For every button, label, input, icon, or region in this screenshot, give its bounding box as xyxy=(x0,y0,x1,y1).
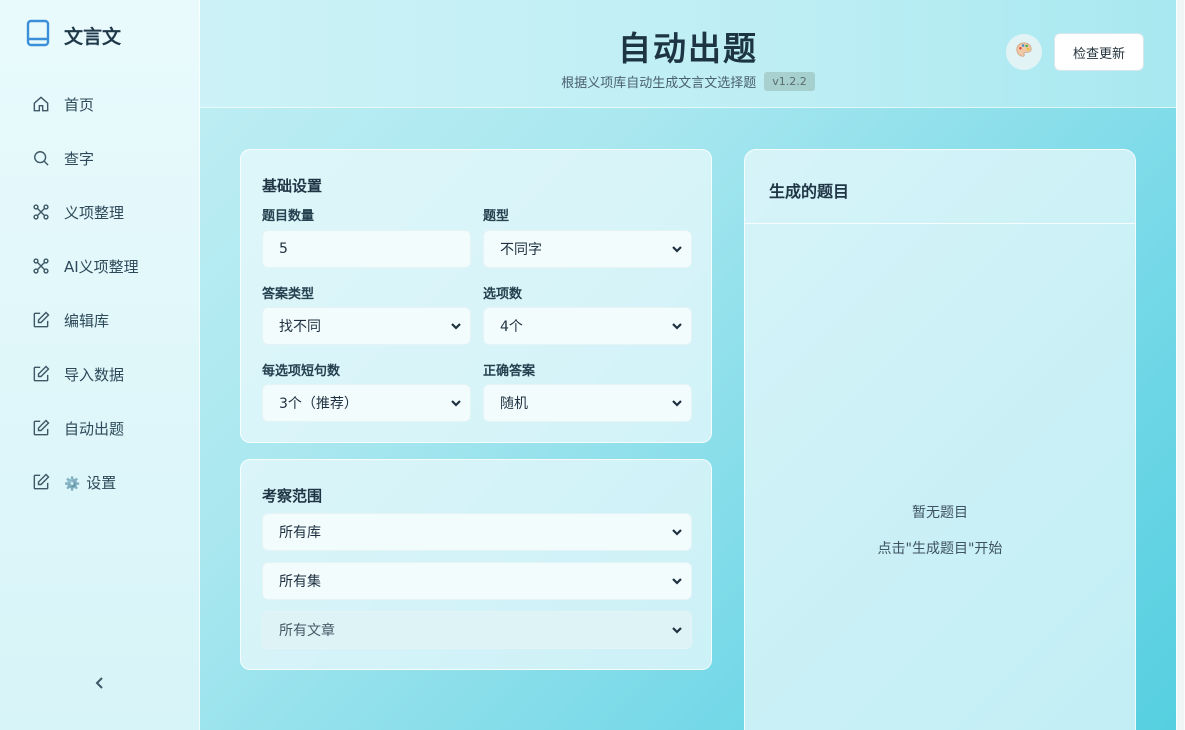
answer-type-label: 答案类型 xyxy=(262,287,315,302)
sidebar: 文言文 首页 查字 义项整理 AI义项整理 编辑库 导入数据 自动出题 ⚙️ 设置 xyxy=(0,0,200,730)
scrollbar-thumb[interactable] xyxy=(1177,0,1184,730)
sidebar-item-home[interactable]: 首页 xyxy=(30,89,190,119)
sidebar-item-settings[interactable]: ⚙️ 设置 xyxy=(30,467,190,497)
sidebar-item-label: 查字 xyxy=(64,149,95,168)
book-icon xyxy=(26,19,50,51)
edit-icon xyxy=(30,471,52,493)
edit-icon xyxy=(30,309,52,331)
edit-icon xyxy=(30,417,52,439)
question-count-value: 5 xyxy=(279,241,288,257)
question-type-value: 不同字 xyxy=(500,242,542,258)
library-select[interactable]: 所有库 xyxy=(262,513,692,551)
edit-icon xyxy=(30,363,52,385)
chevron-down-icon xyxy=(671,320,683,332)
card-title: 考察范围 xyxy=(262,487,323,505)
sidebar-item-label: 导入数据 xyxy=(64,365,125,384)
correct-answer-value: 随机 xyxy=(500,396,528,412)
result-card: 生成的题目 暂无题目 点击"生成题目"开始 xyxy=(744,149,1136,730)
option-count-select[interactable]: 4个 xyxy=(483,307,692,345)
clauses-per-option-label: 每选项短句数 xyxy=(262,364,341,379)
sidebar-item-label-wrap: ⚙️ 设置 xyxy=(64,472,116,493)
library-value: 所有库 xyxy=(279,525,321,541)
check-update-button[interactable]: 检查更新 xyxy=(1054,33,1144,71)
chevron-down-icon xyxy=(450,320,462,332)
page-subtitle: 根据义项库自动生成文言文选择题 xyxy=(561,76,757,91)
correct-answer-select[interactable]: 随机 xyxy=(483,384,692,422)
brand[interactable]: 文言文 xyxy=(26,19,122,51)
question-type-label: 题型 xyxy=(483,209,510,224)
chevron-left-icon xyxy=(93,675,107,694)
sidebar-item-auto-quiz[interactable]: 自动出题 xyxy=(30,413,190,443)
answer-type-select[interactable]: 找不同 xyxy=(262,307,471,345)
subtitle-row: 根据义项库自动生成文言文选择题 v1.2.2 xyxy=(200,72,1176,91)
graph-icon xyxy=(30,201,52,223)
question-count-label: 题目数量 xyxy=(262,209,315,224)
theme-button[interactable] xyxy=(1006,34,1042,70)
option-count-value: 4个 xyxy=(500,319,523,335)
chevron-down-icon xyxy=(450,397,462,409)
question-type-select[interactable]: 不同字 xyxy=(483,230,692,268)
chevron-down-icon xyxy=(671,397,683,409)
clauses-per-option-value: 3个（推荐） xyxy=(279,396,358,412)
chevron-down-icon xyxy=(671,243,683,255)
header: 自动出题 根据义项库自动生成文言文选择题 v1.2.2 检查更新 xyxy=(200,0,1176,108)
article-select[interactable]: 所有文章 xyxy=(262,611,692,649)
empty-state-title: 暂无题目 xyxy=(912,505,968,521)
sidebar-item-lookup[interactable]: 查字 xyxy=(30,143,190,173)
brand-name: 文言文 xyxy=(64,25,122,48)
chevron-down-icon xyxy=(671,624,683,636)
chevron-down-icon xyxy=(671,526,683,538)
sidebar-item-meaning-organize[interactable]: 义项整理 xyxy=(30,197,190,227)
result-title: 生成的题目 xyxy=(769,182,850,201)
question-count-input[interactable]: 5 xyxy=(262,230,471,268)
sidebar-item-label: 首页 xyxy=(64,95,95,114)
palette-icon xyxy=(1015,41,1033,63)
search-icon xyxy=(30,147,52,169)
home-icon xyxy=(30,93,52,115)
sidebar-item-import-data[interactable]: 导入数据 xyxy=(30,359,190,389)
sidebar-item-ai-meaning-organize[interactable]: AI义项整理 xyxy=(30,251,190,281)
collection-select[interactable]: 所有集 xyxy=(262,562,692,600)
gear-icon: ⚙️ xyxy=(64,476,81,492)
sidebar-item-label: AI义项整理 xyxy=(64,257,139,276)
answer-type-value: 找不同 xyxy=(279,319,321,335)
graph-icon xyxy=(30,255,52,277)
chevron-down-icon xyxy=(671,575,683,587)
option-count-label: 选项数 xyxy=(483,287,523,302)
sidebar-item-edit-library[interactable]: 编辑库 xyxy=(30,305,190,335)
article-value: 所有文章 xyxy=(279,623,335,639)
basic-settings-card: 基础设置 题目数量 5 题型 不同字 答案类型 找不同 选项数 4个 每选项短句… xyxy=(240,149,712,443)
empty-state-hint: 点击"生成题目"开始 xyxy=(877,541,1003,557)
sidebar-item-label: 自动出题 xyxy=(64,419,125,438)
collection-value: 所有集 xyxy=(279,574,321,590)
scope-card: 考察范围 所有库 所有集 所有文章 xyxy=(240,459,712,670)
version-badge: v1.2.2 xyxy=(764,72,815,91)
card-title: 基础设置 xyxy=(262,177,323,195)
clauses-per-option-select[interactable]: 3个（推荐） xyxy=(262,384,471,422)
sidebar-item-label: 设置 xyxy=(86,473,117,492)
correct-answer-label: 正确答案 xyxy=(483,364,536,379)
result-header: 生成的题目 xyxy=(745,150,1135,224)
sidebar-item-label: 义项整理 xyxy=(64,203,125,222)
collapse-sidebar-button[interactable] xyxy=(88,672,112,696)
sidebar-item-label: 编辑库 xyxy=(64,311,110,330)
